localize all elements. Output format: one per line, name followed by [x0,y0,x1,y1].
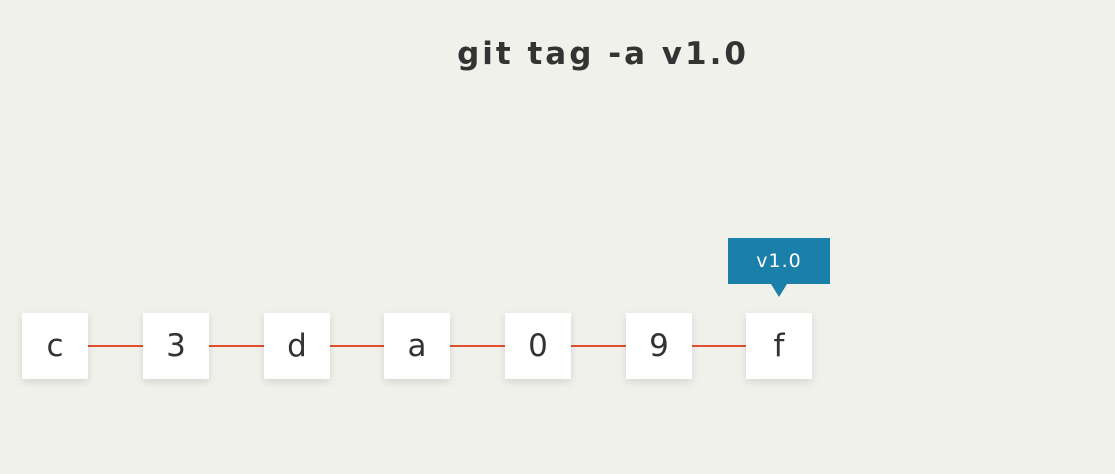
commit-node-7: f [746,313,812,379]
tag-label-v1-0: v1.0 [728,238,830,284]
commit-node-4: a [384,313,450,379]
commit-node-6: 9 [626,313,692,379]
command-title: git tag -a v1.0 [457,36,749,72]
commit-node-5: 0 [505,313,571,379]
commit-node-1: c [22,313,88,379]
tag-pointer [771,284,787,297]
commit-node-3: d [264,313,330,379]
commit-node-2: 3 [143,313,209,379]
